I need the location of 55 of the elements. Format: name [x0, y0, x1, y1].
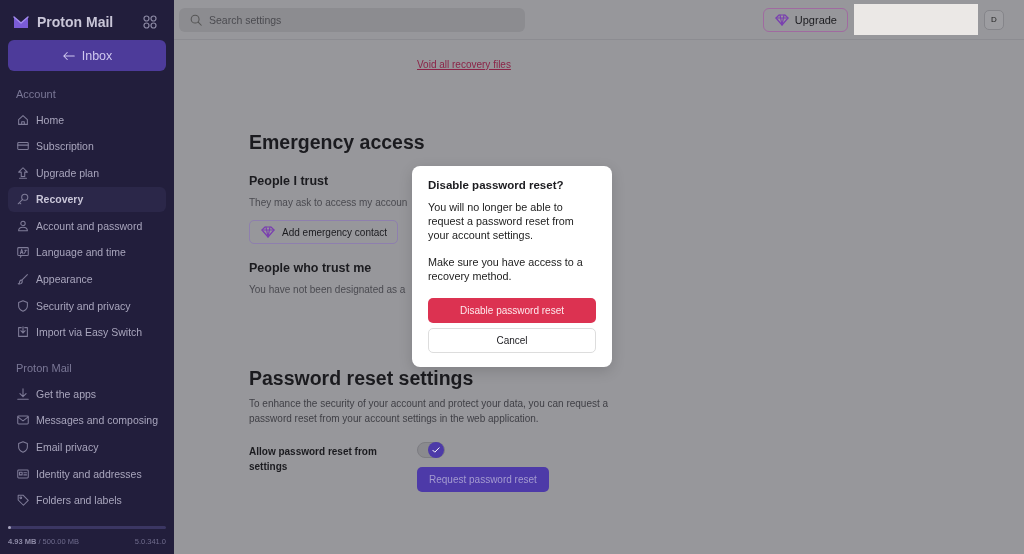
dialog-title: Disable password reset?: [428, 179, 565, 191]
sidebar-item[interactable]: Messages and composing: [8, 407, 166, 433]
house-icon: [16, 112, 30, 127]
search-field[interactable]: Search settings: [179, 7, 525, 32]
sidebar-item[interactable]: Home: [8, 107, 166, 132]
subsection-title: People I trust: [249, 174, 329, 188]
shield-icon: [16, 298, 30, 313]
dialog-text: You will no longer be able to request a password reset from your account settings.: [428, 200, 575, 243]
id-card-icon: [16, 466, 30, 481]
inbox-button[interactable]: Inbox: [8, 40, 166, 71]
sidebar-item[interactable]: Account and password: [8, 213, 166, 239]
tag-icon: [16, 493, 30, 508]
cancel-button[interactable]: Cancel: [428, 328, 596, 354]
sidebar-item[interactable]: Get the apps: [8, 381, 166, 407]
import-icon: [16, 325, 30, 340]
setting-label: Allow password reset from settings: [249, 445, 378, 474]
sidebar-item[interactable]: Upgrade plan: [8, 160, 166, 186]
user-icon: [16, 218, 30, 233]
dialog-text: Make sure you have access to a recovery method.: [428, 255, 584, 284]
sidebar-item[interactable]: Email privacy: [8, 434, 166, 460]
check-icon: [431, 445, 441, 455]
sidebar-item[interactable]: Security and privacy: [8, 293, 166, 319]
shield-icon: [16, 440, 30, 455]
arrow-up-icon: [16, 165, 30, 180]
diamond-icon: [773, 11, 790, 28]
upgrade-button[interactable]: Upgrade: [762, 7, 848, 32]
brush-icon: [16, 272, 30, 287]
section-heading: Proton Mail: [15, 361, 73, 377]
diamond-icon: [260, 224, 276, 240]
translate-icon: [16, 245, 30, 260]
description-text: To enhance the security of your account and protect your data, you can request a password reset from your account settings in the web application.: [249, 397, 610, 426]
sidebar-item[interactable]: Import via Easy Switch: [8, 319, 166, 345]
sidebar-item[interactable]: Appearance: [8, 266, 166, 292]
download-icon: [16, 386, 30, 401]
sidebar-item[interactable]: Recovery: [8, 186, 166, 212]
sidebar-item[interactable]: Identity and addresses: [8, 461, 166, 487]
sidebar-item[interactable]: Subscription: [8, 133, 166, 159]
search-icon: [189, 12, 203, 27]
description-text: They may ask to access my accoun: [249, 197, 408, 208]
envelope-icon: [16, 413, 30, 428]
section-heading: Account: [15, 87, 57, 102]
disable-reset-button[interactable]: Disable password reset: [428, 298, 596, 324]
apps-grid-icon: [142, 13, 158, 30]
subsection-title: People who trust me: [249, 261, 372, 275]
sidebar-item[interactable]: Folders and labels: [8, 487, 166, 513]
section-title: Password reset settings: [249, 367, 474, 390]
avatar-button[interactable]: D: [984, 9, 1004, 30]
toggle-switch[interactable]: [417, 442, 445, 458]
description-text: You have not been designated as a: [249, 284, 406, 295]
brand-name: Proton Mail: [37, 13, 114, 30]
section-title: Emergency access: [249, 131, 426, 154]
add-contact-button[interactable]: Add emergency contact: [249, 220, 399, 244]
sidebar-item[interactable]: Language and time: [8, 239, 166, 265]
envelope-logo-icon: [11, 13, 31, 30]
key-icon: [16, 192, 30, 207]
